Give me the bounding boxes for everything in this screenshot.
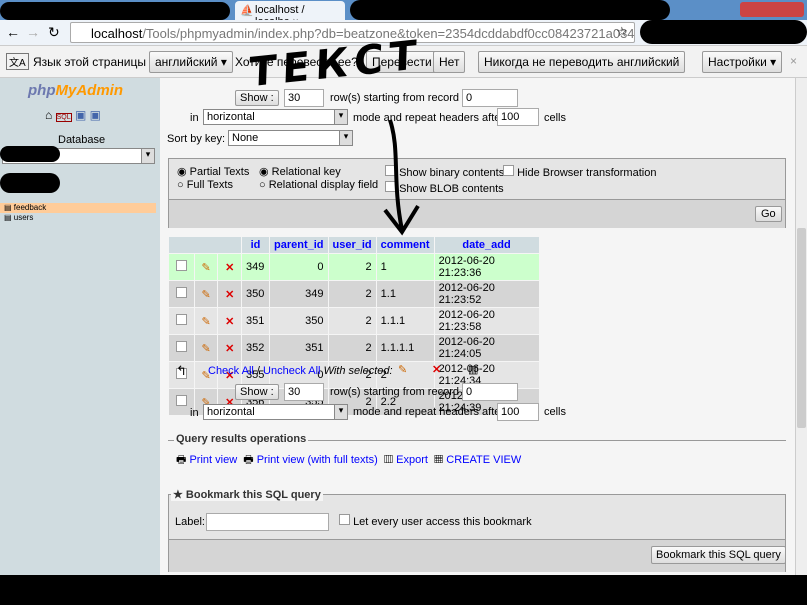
- handwritten-arrow: [383, 119, 420, 236]
